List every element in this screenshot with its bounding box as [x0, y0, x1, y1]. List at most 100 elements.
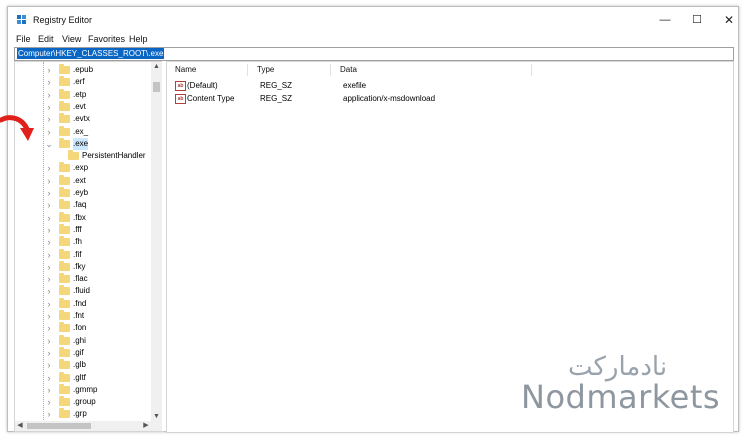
column-divider[interactable]: [330, 64, 331, 76]
expand-chevron-icon[interactable]: ›: [45, 89, 53, 101]
value-type: REG_SZ: [260, 94, 293, 103]
folder-icon: [59, 137, 70, 148]
tree-item-label: .ex_: [73, 126, 89, 136]
tree-item-label: .gif: [73, 347, 84, 357]
expand-chevron-icon[interactable]: ›: [45, 187, 53, 199]
expand-chevron-icon[interactable]: ›: [45, 298, 53, 310]
tree-item-label: .grp: [73, 409, 87, 419]
address-bar[interactable]: Computer\HKEY_CLASSES_ROOT\.exe: [14, 47, 734, 61]
expand-chevron-icon[interactable]: ›: [45, 335, 53, 347]
expand-chevron-icon[interactable]: ›: [45, 212, 53, 224]
tree-hscroll-thumb[interactable]: [27, 423, 91, 429]
value-row[interactable]: ab (Default) REG_SZ exefile: [172, 79, 712, 92]
expand-chevron-icon[interactable]: ›: [45, 236, 53, 248]
folder-icon: [59, 236, 70, 247]
folder-icon: [59, 346, 70, 357]
folder-icon: [59, 76, 70, 87]
folder-icon: [59, 187, 70, 197]
folder-icon: [68, 150, 79, 161]
scroll-left-arrow-icon[interactable]: ◀: [15, 421, 25, 431]
tree-item-label: .fff: [73, 224, 82, 234]
folder-icon: [59, 310, 70, 320]
tree-item-label: .faq: [73, 200, 87, 210]
value-name: Content Type: [187, 94, 235, 103]
menu-favorites[interactable]: Favorites: [88, 34, 125, 44]
expand-chevron-icon[interactable]: ›: [45, 113, 53, 125]
red-pointer-arrow-icon: [0, 115, 34, 141]
registry-editor-icon: [17, 15, 26, 24]
tree-item-label: .flac: [73, 274, 88, 284]
title-bar[interactable]: Registry Editor — ☐ ✕: [8, 7, 738, 33]
close-button[interactable]: ✕: [714, 10, 744, 30]
folder-icon: [59, 285, 70, 296]
tree-item-label: .fnd: [73, 298, 87, 308]
folder-icon: [59, 174, 70, 185]
expand-chevron-icon[interactable]: ›: [45, 384, 53, 396]
scroll-right-arrow-icon[interactable]: ▶: [141, 421, 151, 431]
expand-chevron-icon[interactable]: ›: [45, 261, 53, 273]
column-divider[interactable]: [531, 64, 532, 76]
key-tree-pane[interactable]: › .epub › .erf › .etp › .evt › .evtx › .ex_ ⌄ .exe Per…: [14, 61, 164, 423]
expand-chevron-icon[interactable]: ›: [45, 162, 53, 174]
expand-chevron-icon[interactable]: ›: [45, 64, 53, 76]
expand-chevron-icon[interactable]: ›: [45, 372, 53, 384]
folder-icon: [59, 113, 70, 124]
collapse-chevron-icon[interactable]: ⌄: [45, 138, 53, 150]
folder-icon: [59, 88, 70, 99]
tree-item-label: .fon: [73, 323, 87, 333]
expand-chevron-icon[interactable]: ›: [45, 175, 53, 187]
menu-file[interactable]: File: [16, 34, 31, 44]
expand-chevron-icon[interactable]: ›: [45, 408, 53, 420]
expand-chevron-icon[interactable]: ›: [45, 224, 53, 236]
tree-item-label: .fbx: [73, 212, 86, 222]
expand-chevron-icon[interactable]: ›: [45, 396, 53, 408]
expand-chevron-icon[interactable]: ›: [45, 359, 53, 371]
column-divider[interactable]: [247, 64, 248, 76]
tree-item-label: .exp: [73, 163, 89, 173]
tree-item-label: .erf: [73, 77, 85, 87]
tree-vertical-scrollbar[interactable]: ▲ ▼: [151, 62, 162, 422]
expand-chevron-icon[interactable]: ›: [45, 310, 53, 322]
minimize-button[interactable]: —: [650, 10, 680, 30]
folder-icon: [59, 64, 70, 74]
expand-chevron-icon[interactable]: ›: [45, 322, 53, 334]
tree-item-label: .gltf: [73, 372, 86, 382]
tree-scroll-thumb[interactable]: [153, 82, 160, 92]
tree-item-label: .glb: [73, 360, 86, 370]
expand-chevron-icon[interactable]: ›: [45, 285, 53, 297]
folder-icon: [59, 248, 70, 259]
folder-icon: [59, 100, 70, 111]
expand-chevron-icon[interactable]: ›: [45, 76, 53, 88]
tree-horizontal-scrollbar[interactable]: ◀ ▶: [14, 421, 164, 432]
expand-chevron-icon[interactable]: ›: [45, 273, 53, 285]
folder-icon: [59, 211, 70, 222]
value-row[interactable]: ab Content Type REG_SZ application/x-msd…: [172, 92, 712, 105]
folder-icon: [59, 371, 70, 382]
expand-chevron-icon[interactable]: ›: [45, 347, 53, 359]
tree-item-label: .fif: [73, 249, 82, 259]
column-header-data[interactable]: Data: [340, 65, 357, 74]
folder-icon: [59, 322, 70, 333]
tree-item-label: .eyb: [73, 188, 89, 197]
column-header-type[interactable]: Type: [257, 65, 274, 74]
folder-icon: [59, 273, 70, 284]
expand-chevron-icon[interactable]: ›: [45, 126, 53, 138]
menu-help[interactable]: Help: [129, 34, 148, 44]
address-path[interactable]: Computer\HKEY_CLASSES_ROOT\.exe: [17, 48, 165, 59]
tree-item-label: .fluid: [73, 286, 90, 296]
value-type: REG_SZ: [260, 81, 293, 90]
folder-icon: [59, 125, 70, 136]
tree-item-label: .exe: [73, 137, 89, 150]
maximize-button[interactable]: ☐: [682, 10, 712, 30]
tree-item-label: .fky: [73, 261, 86, 271]
menu-view[interactable]: View: [62, 34, 81, 44]
menu-edit[interactable]: Edit: [38, 34, 54, 44]
window-title: Registry Editor: [33, 15, 93, 25]
expand-chevron-icon[interactable]: ›: [45, 101, 53, 113]
expand-chevron-icon[interactable]: ›: [45, 199, 53, 211]
menu-bar: File Edit View Favorites Help: [8, 33, 738, 47]
scroll-up-arrow-icon[interactable]: ▲: [151, 62, 162, 72]
expand-chevron-icon[interactable]: ›: [45, 249, 53, 261]
value-name: (Default): [187, 81, 218, 90]
column-header-name[interactable]: Name: [175, 65, 196, 74]
